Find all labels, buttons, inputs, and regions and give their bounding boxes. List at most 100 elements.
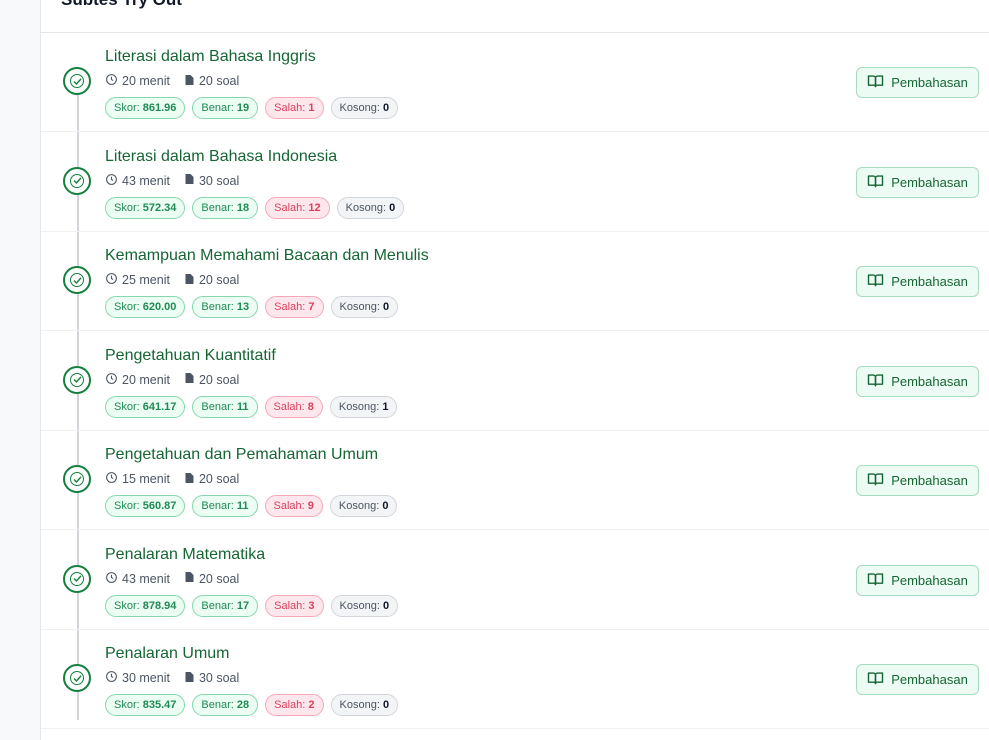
wrong-value: 9 [307,500,314,512]
check-inner-icon [70,273,84,287]
score-badge: Skor: 641.17 [105,395,186,418]
question-count: 30 soal [184,671,239,686]
duration: 25 menit [105,272,170,288]
correct-badge: Benar: 13 [192,296,259,318]
question-count: 20 soal [184,273,239,288]
score-label: Skor: [114,201,140,214]
empty-badge: Kosong: 0 [329,495,398,517]
book-open-icon [867,373,891,390]
duration-text: 43 menit [122,571,170,586]
result-badges: Skor: 641.17 Benar: 11 Salah: 8 Kosong: … [105,395,404,418]
result-badges: Skor: 835.47 Benar: 28 Salah: 2 Kosong: … [105,694,405,716]
document-icon [184,571,199,586]
correct-badge: Benar: 11 [192,495,258,517]
correct-label: Benar: [201,400,234,413]
score-value: 878.94 [142,599,177,612]
empty-value: 0 [382,500,389,512]
question-count: 20 soal [184,372,239,387]
correct-badge: Benar: 11 [192,395,258,418]
wrong-label: Salah: [274,102,306,114]
question-count-text: 30 soal [198,671,240,685]
check-inner-icon [70,571,84,586]
pembahasan-label: Pembahasan [891,274,968,289]
clock-icon [105,73,122,89]
subtest-meta: 20 menit 20 soal [105,73,253,89]
pembahasan-button[interactable]: Pembahasan [856,67,979,98]
correct-badge: Benar: 18 [192,196,259,219]
subtest-title: Penalaran Umum [105,645,230,662]
pembahasan-button[interactable]: Pembahasan [856,266,979,297]
wrong-label: Salah: [274,201,306,214]
subtest-meta: 30 menit 30 soal [105,670,253,686]
duration-text: 43 menit [122,173,170,188]
correct-label: Benar: [201,301,234,313]
pembahasan-button[interactable]: Pembahasan [856,365,979,397]
pembahasan-button[interactable]: Pembahasan [856,166,979,198]
empty-label: Kosong: [338,500,380,512]
score-value: 835.47 [142,699,177,711]
book-open-icon [867,572,891,589]
book-open-icon [867,273,891,290]
check-circle-icon [63,664,91,692]
score-label: Skor: [114,102,140,114]
subtest-row: Literasi dalam Bahasa Indonesia 43 menit… [41,133,989,232]
wrong-value: 1 [308,102,315,114]
correct-value: 19 [236,102,250,114]
document-icon [184,472,199,487]
document-icon [184,74,199,89]
wrong-value: 7 [308,301,315,313]
question-count: 30 soal [184,173,239,188]
score-badge: Skor: 861.96 [105,97,186,119]
correct-label: Benar: [201,699,234,711]
wrong-label: Salah: [274,301,306,313]
check-circle-icon [63,266,91,294]
subtest-row: Pengetahuan Kuantitatif 20 menit 20 soal… [41,332,989,431]
duration-text: 20 menit [122,74,170,88]
wrong-badge: Salah: 7 [265,296,324,318]
subtest-title: Pengetahuan Kuantitatif [105,346,276,364]
correct-value: 17 [236,599,250,612]
subtest-title: Penalaran Matematika [105,545,266,563]
empty-label: Kosong: [339,599,380,612]
book-open-icon [867,472,891,489]
question-count-text: 20 soal [198,74,240,88]
document-icon [184,671,199,686]
empty-badge: Kosong: 0 [330,594,399,617]
wrong-label: Salah: [274,599,306,612]
wrong-label: Salah: [273,400,305,413]
clock-icon [105,571,122,587]
pembahasan-button[interactable]: Pembahasan [856,465,979,496]
book-open-icon [867,74,891,91]
correct-value: 11 [236,400,249,413]
question-count: 20 soal [184,472,239,487]
subtest-meta: 20 menit 20 soal [105,372,253,388]
subtest-title: Literasi dalam Bahasa Indonesia [105,147,338,165]
empty-label: Kosong: [339,301,380,313]
correct-label: Benar: [201,201,234,214]
correct-badge: Benar: 28 [192,694,259,716]
pembahasan-button[interactable]: Pembahasan [856,664,979,695]
left-rail [0,0,40,723]
check-circle-icon [63,564,91,593]
subtest-meta: 43 menit 20 soal [105,571,253,587]
empty-label: Kosong: [345,201,387,214]
wrong-badge: Salah: 8 [264,395,323,418]
score-badge: Skor: 620.00 [105,296,186,318]
empty-value: 0 [389,201,396,214]
correct-value: 13 [236,301,250,313]
pembahasan-label: Pembahasan [891,572,968,588]
result-badges: Skor: 861.96 Benar: 19 Salah: 1 Kosong: … [105,97,405,119]
pembahasan-label: Pembahasan [891,174,968,190]
document-icon [184,372,199,387]
pembahasan-button[interactable]: Pembahasan [856,564,979,596]
correct-value: 18 [236,201,250,214]
correct-value: 11 [236,500,249,512]
duration-text: 15 menit [122,472,170,486]
result-badges: Skor: 620.00 Benar: 13 Salah: 7 Kosong: … [105,296,405,318]
correct-value: 28 [236,699,250,711]
subtest-row: Penalaran Umum 30 menit 30 soal Skor: 83… [41,630,989,729]
score-badge: Skor: 835.47 [105,694,186,716]
question-count-text: 20 soal [198,273,240,287]
clock-icon [105,372,122,388]
page-title: Subtes Try Out [61,0,182,10]
